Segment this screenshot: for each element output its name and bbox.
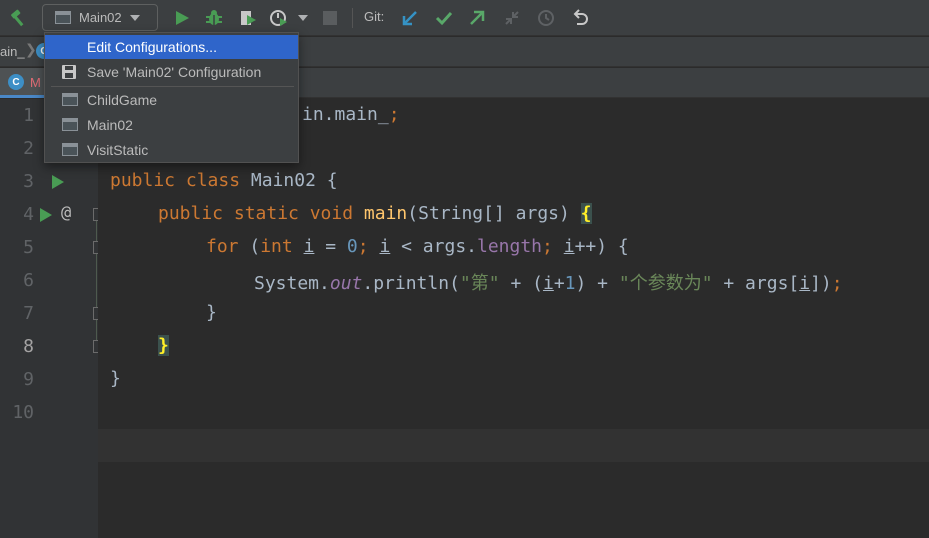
- matched-brace-open: {: [580, 203, 592, 224]
- line-number: 2: [23, 138, 34, 159]
- run-configuration-dropdown: Edit Configurations... Save 'Main02' Con…: [44, 32, 299, 163]
- application-config-icon: [55, 11, 71, 24]
- line-number-current: 8: [23, 336, 34, 357]
- line-number: 5: [23, 237, 34, 258]
- git-label: Git:: [364, 9, 385, 24]
- debug-icon[interactable]: [204, 8, 224, 28]
- application-config-icon: [62, 118, 78, 131]
- more-run-options-icon[interactable]: [296, 12, 310, 24]
- editor-gutter: 1 2 3 4 5 6 7 8 9 10: [0, 99, 98, 538]
- line-number: 6: [23, 270, 34, 291]
- code-line-9: }: [110, 368, 121, 389]
- git-update-icon[interactable]: [400, 8, 420, 28]
- run-configuration-label: Main02: [79, 10, 122, 25]
- code-line-6: System.out.println("第" + (i+1) + "个参数为" …: [254, 273, 843, 294]
- build-hammer-icon[interactable]: [8, 8, 28, 28]
- java-class-icon: C: [8, 74, 24, 90]
- caret-row-highlight: [98, 429, 929, 462]
- git-rollback-icon[interactable]: [570, 8, 590, 28]
- tab-main02[interactable]: C M: [0, 68, 46, 98]
- run-main-gutter-icon[interactable]: [40, 208, 52, 222]
- matched-brace-close: }: [158, 335, 169, 356]
- profile-icon[interactable]: [269, 8, 289, 28]
- run-class-gutter-icon[interactable]: [52, 175, 64, 189]
- code-line-4: public static void main(String[] args) {: [158, 203, 592, 224]
- override-marker-icon[interactable]: @: [61, 203, 71, 223]
- save-icon: [62, 65, 76, 79]
- run-configuration-combo[interactable]: Main02: [42, 4, 158, 31]
- stop-icon[interactable]: [320, 8, 340, 28]
- code-line-5: for (int i = 0; i < args.length; i++) {: [206, 236, 629, 257]
- code-editor[interactable]: in.main_; public class Main02 { public s…: [98, 99, 929, 538]
- config-item-visitstatic[interactable]: VisitStatic: [45, 138, 298, 162]
- line-number: 10: [12, 402, 34, 423]
- breadcrumb-separator-icon: ❯: [25, 42, 37, 58]
- config-item-main02[interactable]: Main02: [45, 113, 298, 137]
- coverage-icon[interactable]: [238, 8, 258, 28]
- line-number: 1: [23, 105, 34, 126]
- menu-separator: [51, 86, 294, 87]
- git-compare-icon[interactable]: [502, 8, 522, 28]
- edit-configurations-item[interactable]: Edit Configurations...: [45, 35, 298, 59]
- git-commit-icon[interactable]: [434, 8, 454, 28]
- main-toolbar: Main02 Git:: [0, 0, 929, 36]
- application-config-icon: [62, 143, 78, 156]
- fold-guide: [96, 208, 97, 348]
- code-line-7: }: [206, 302, 217, 323]
- code-line-3: public class Main02 {: [110, 170, 338, 191]
- code-line-1: in.main_;: [302, 104, 400, 125]
- config-item-childgame[interactable]: ChildGame: [45, 88, 298, 112]
- run-icon[interactable]: [172, 8, 192, 28]
- git-history-icon[interactable]: [536, 8, 556, 28]
- tab-label: M: [30, 75, 41, 90]
- chevron-down-icon: [129, 14, 140, 21]
- application-config-icon: [62, 93, 78, 106]
- line-number: 9: [23, 369, 34, 390]
- line-number: 4: [23, 204, 34, 225]
- git-push-icon[interactable]: [467, 8, 487, 28]
- code-line-8: }: [158, 335, 169, 356]
- line-number: 3: [23, 171, 34, 192]
- save-configuration-item[interactable]: Save 'Main02' Configuration: [45, 60, 298, 84]
- toolbar-separator: [352, 8, 353, 28]
- breadcrumb[interactable]: ain_: [0, 44, 25, 59]
- line-number: 7: [23, 303, 34, 324]
